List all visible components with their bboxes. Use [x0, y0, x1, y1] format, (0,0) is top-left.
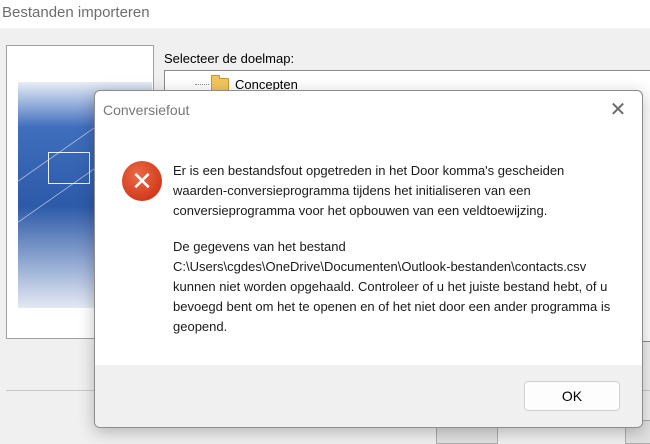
error-icon: ✕	[122, 161, 162, 201]
message-paragraph-1: Er is een bestandsfout opgetreden in het…	[173, 163, 565, 218]
window-title: Bestanden importeren	[0, 0, 650, 28]
message-prefix: De gegevens van het bestand	[173, 239, 346, 254]
ok-button[interactable]: OK	[524, 381, 620, 411]
error-dialog: Conversiefout ✕ ✕ Er is een bestandsfout…	[94, 90, 643, 428]
close-icon[interactable]: ✕	[606, 99, 630, 123]
error-message: Er is een bestandsfout opgetreden in het…	[173, 161, 613, 353]
message-suffix: kunnen niet worden opgehaald. Controleer…	[173, 279, 611, 334]
folder-select-label: Selecteer de doelmap:	[164, 51, 295, 66]
banner-box	[48, 152, 90, 184]
dialog-footer: OK	[95, 365, 642, 427]
file-path: C:\Users\cgdes\OneDrive\Documenten\Outlo…	[173, 259, 587, 274]
message-paragraph-2: De gegevens van het bestand C:\Users\cgd…	[173, 237, 613, 337]
dialog-title: Conversiefout	[103, 102, 190, 118]
